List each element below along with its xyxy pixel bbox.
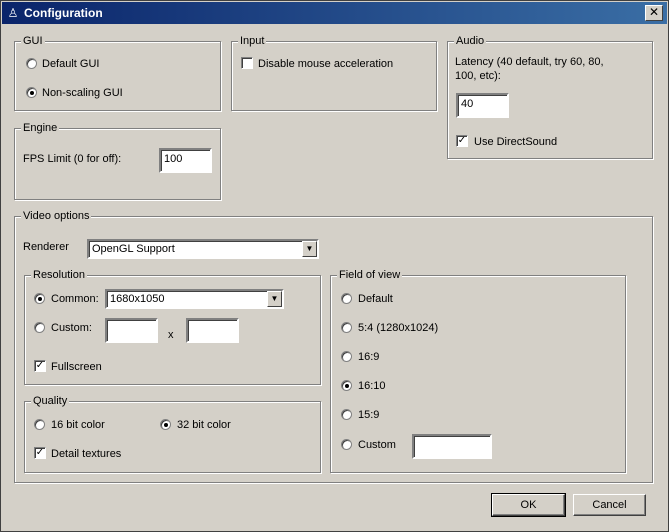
custom-resolution-radio[interactable] — [34, 322, 45, 333]
fov-custom-radio[interactable] — [341, 439, 352, 450]
latency-label: Latency (40 default, try 60, 80, 100, et… — [455, 56, 604, 82]
fov-16-10-label: 16:10 — [358, 380, 386, 392]
custom-height-input[interactable] — [186, 318, 239, 343]
gui-legend: GUI — [21, 34, 45, 48]
detail-textures-checkbox[interactable]: ✓ — [34, 447, 46, 459]
use-directsound-checkbox[interactable]: ✓ — [456, 135, 468, 147]
common-resolution-radio[interactable] — [34, 293, 45, 304]
quality-group: Quality 16 bit color 32 bit color ✓ Deta… — [24, 394, 321, 473]
fov-15-9-radio[interactable] — [341, 409, 352, 420]
field-of-view-group: Field of view Default 5:4 (1280x1024) 16… — [330, 268, 626, 473]
fov-5-4-radio[interactable] — [341, 322, 352, 333]
disable-mouse-accel-checkbox[interactable] — [241, 57, 253, 69]
fps-limit-input[interactable]: 100 — [159, 148, 212, 173]
common-resolution-value: 1680x1050 — [110, 293, 165, 305]
fov-custom-input[interactable] — [412, 434, 492, 459]
32-bit-color-radio[interactable] — [160, 419, 171, 430]
title-bar[interactable]: ♙ Configuration ✕ — [2, 2, 667, 24]
detail-textures-label: Detail textures — [51, 448, 122, 460]
fov-15-9-label: 15:9 — [358, 409, 380, 421]
fov-16-10-radio[interactable] — [341, 380, 352, 391]
field-of-view-legend: Field of view — [337, 268, 403, 282]
use-directsound-label: Use DirectSound — [474, 136, 558, 148]
app-icon: ♙ — [7, 6, 19, 20]
fov-default-radio[interactable] — [341, 293, 352, 304]
video-options-group: Video options Renderer OpenGL Support ▼ … — [14, 209, 653, 483]
input-legend: Input — [238, 34, 267, 48]
audio-group: Audio Latency (40 default, try 60, 80, 1… — [447, 34, 653, 159]
chevron-down-icon[interactable]: ▼ — [267, 291, 282, 307]
16-bit-color-label: 16 bit color — [51, 419, 105, 431]
fullscreen-label: Fullscreen — [51, 361, 102, 373]
ok-button[interactable]: OK — [491, 493, 566, 517]
resolution-group: Resolution Common: 1680x1050 ▼ Custom: x… — [24, 268, 321, 385]
video-options-legend: Video options — [21, 209, 92, 223]
latency-input[interactable]: 40 — [456, 93, 509, 118]
non-scaling-gui-label: Non-scaling GUI — [42, 87, 123, 99]
resolution-legend: Resolution — [31, 268, 87, 282]
custom-resolution-label: Custom: — [51, 322, 92, 334]
engine-group: Engine FPS Limit (0 for off): 100 — [14, 121, 221, 200]
renderer-select[interactable]: OpenGL Support ▼ — [87, 239, 319, 259]
configuration-window: ♙ Configuration ✕ GUI Default GUI Non-sc… — [0, 0, 669, 532]
fov-default-label: Default — [358, 293, 393, 305]
common-resolution-select[interactable]: 1680x1050 ▼ — [105, 289, 284, 309]
quality-legend: Quality — [31, 394, 70, 408]
common-resolution-label: Common: — [51, 293, 99, 305]
fov-16-9-radio[interactable] — [341, 351, 352, 362]
renderer-value: OpenGL Support — [92, 243, 175, 255]
default-gui-radio[interactable] — [26, 58, 37, 69]
16-bit-color-radio[interactable] — [34, 419, 45, 430]
fov-5-4-label: 5:4 (1280x1024) — [358, 322, 439, 334]
32-bit-color-label: 32 bit color — [177, 419, 231, 431]
chevron-down-icon[interactable]: ▼ — [302, 241, 317, 257]
disable-mouse-accel-label: Disable mouse acceleration — [258, 58, 394, 70]
engine-legend: Engine — [21, 121, 60, 135]
resolution-x-label: x — [168, 329, 174, 341]
close-button[interactable]: ✕ — [645, 5, 663, 21]
fullscreen-checkbox[interactable]: ✓ — [34, 360, 46, 372]
fov-custom-label: Custom — [358, 439, 396, 451]
fps-limit-label: FPS Limit (0 for off): — [23, 153, 122, 165]
fov-16-9-label: 16:9 — [358, 351, 380, 363]
input-group: Input Disable mouse acceleration — [231, 34, 437, 111]
window-title: Configuration — [24, 6, 103, 20]
non-scaling-gui-radio[interactable] — [26, 87, 37, 98]
custom-width-input[interactable] — [105, 318, 158, 343]
audio-legend: Audio — [454, 34, 487, 48]
renderer-label: Renderer — [23, 241, 69, 253]
gui-group: GUI Default GUI Non-scaling GUI — [14, 34, 221, 111]
cancel-button[interactable]: Cancel — [573, 494, 646, 516]
default-gui-label: Default GUI — [42, 58, 100, 70]
